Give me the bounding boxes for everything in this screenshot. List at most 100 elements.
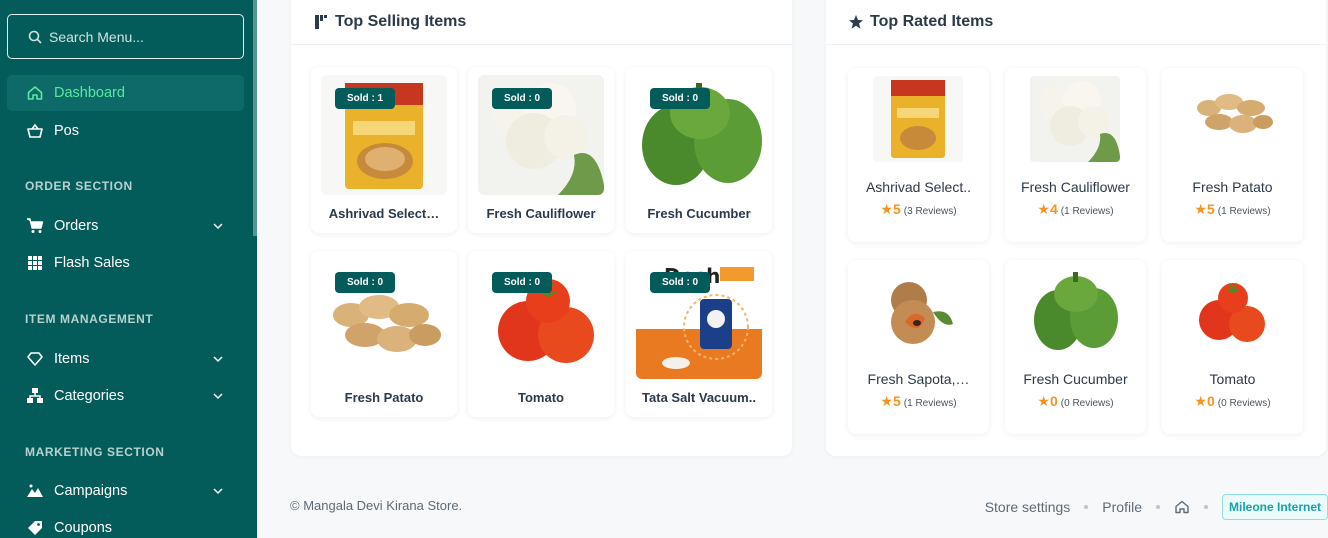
top-selling-header: Top Selling Items [291,0,792,45]
top-selling-item[interactable]: Desh Sold : 0 Tata Salt Vacuum.. [626,251,772,417]
sidebar-item-label: Dashboard [54,85,125,101]
divider-dot [1203,505,1208,509]
cart-icon [26,217,44,235]
sidebar-item-campaigns[interactable]: Campaigns [7,473,244,509]
review-count: (0 Reviews) [1217,398,1271,409]
company-badge[interactable]: Mileone Internet [1221,494,1328,520]
divider-dot [1155,505,1160,509]
home-icon[interactable] [1174,499,1190,515]
product-name: Tata Salt Vacuum.. [642,390,756,405]
rating-value: 5 [1206,201,1215,217]
product-name: Ashrivad Select… [328,206,440,221]
tag-icon [26,519,44,537]
top-selling-card: Top Selling Items Sold : 1 Ashrivad Sele… [291,0,792,456]
profile-link[interactable]: Profile [1102,499,1142,515]
star-icon: ★ [1194,393,1207,409]
star-icon: ★ [880,393,893,409]
product-name: Fresh Cauliflower [486,206,596,221]
sold-badge: Sold : 0 [335,272,396,293]
sidebar-item-label: Flash Sales [54,255,130,271]
sidebar-item-coupons[interactable]: Coupons [7,510,244,538]
top-selling-item[interactable]: Sold : 0 Fresh Patato [311,251,457,417]
product-image [1030,268,1120,354]
hierarchy-icon [26,387,44,405]
product-name: Fresh Patato [344,390,424,405]
rating-value: 0 [1049,393,1058,409]
store-settings-link[interactable]: Store settings [985,499,1071,515]
top-selling-item[interactable]: Sold : 0 Fresh Cauliflower [468,67,614,233]
product-image [873,268,963,354]
product-name: Tomato [518,390,564,405]
top-rated-item[interactable]: Tomato ★0 (0 Reviews) [1162,260,1303,434]
search-input[interactable] [49,28,229,45]
star-icon: ★ [880,201,893,217]
top-selling-item[interactable]: Sold : 0 Tomato [468,251,614,417]
rating: ★5 (1 Reviews) [1162,201,1303,218]
top-selling-item[interactable]: Sold : 1 Ashrivad Select… [311,67,457,233]
sidebar-item-flash-sales[interactable]: Flash Sales [7,245,244,281]
star-icon: ★ [1037,201,1050,217]
section-title-item: ITEM MANAGEMENT [25,312,154,326]
product-name: Fresh Patato [1192,179,1273,195]
diamond-icon [26,350,44,368]
rating-value: 5 [892,393,901,409]
sidebar-scrollbar[interactable] [253,0,257,236]
top-rated-item[interactable]: Fresh Cucumber ★0 (0 Reviews) [1005,260,1146,434]
product-image [1030,76,1120,162]
sold-badge: Sold : 0 [492,88,553,109]
chevron-down-icon [213,223,223,230]
rating: ★0 (0 Reviews) [1005,393,1146,410]
search-menu[interactable] [7,14,244,59]
rating: ★5 (1 Reviews) [848,393,989,410]
top-rated-item[interactable]: Ashrivad Select.. ★5 (3 Reviews) [848,68,989,242]
top-rated-title: Top Rated Items [870,13,994,30]
divider-dot [1084,505,1089,509]
top-rated-item[interactable]: Fresh Patato ★5 (1 Reviews) [1162,68,1303,242]
sold-badge: Sold : 0 [650,272,711,293]
rating-value: 0 [1206,393,1215,409]
section-title-marketing: MARKETING SECTION [25,445,165,459]
footer-links: Store settings Profile Mileone Internet [985,494,1328,520]
top-rated-item[interactable]: Fresh Cauliflower ★4 (1 Reviews) [1005,68,1146,242]
mountain-icon [26,482,44,500]
sidebar-item-dashboard[interactable]: Dashboard [7,75,244,111]
top-selling-title: Top Selling Items [335,13,467,30]
product-name: Ashrivad Select.. [865,179,972,195]
rating: ★0 (0 Reviews) [1162,393,1303,410]
sidebar-item-orders[interactable]: Orders [7,208,244,244]
footer-copyright: © Mangala Devi Kirana Store. [290,498,463,513]
grid-icon [26,254,44,272]
sidebar-item-items[interactable]: Items [7,341,244,377]
search-icon [28,30,42,44]
review-count: (1 Reviews) [1217,206,1271,217]
sidebar-item-label: Items [54,351,90,367]
star-icon: ★ [1194,201,1207,217]
product-image [1187,268,1277,354]
sidebar-item-categories[interactable]: Categories [7,378,244,414]
sold-badge: Sold : 1 [335,88,396,109]
sidebar-item-label: Pos [54,123,79,139]
rating-value: 4 [1049,201,1058,217]
sidebar-item-label: Orders [54,218,99,234]
chevron-down-icon [213,356,223,363]
top-rated-item[interactable]: Fresh Sapota,… ★5 (1 Reviews) [848,260,989,434]
product-image [1187,76,1277,162]
review-count: (1 Reviews) [1060,206,1114,217]
sidebar-item-label: Campaigns [54,483,128,499]
podium-icon [315,15,327,29]
product-name: Fresh Sapota,… [867,371,970,387]
basket-icon [26,122,44,140]
rating: ★4 (1 Reviews) [1005,201,1146,218]
chevron-down-icon [213,393,223,400]
sidebar-item-label: Coupons [54,520,113,536]
home-icon [26,84,44,102]
rating-value: 5 [892,201,901,217]
product-image [873,76,963,162]
review-count: (0 Reviews) [1060,398,1114,409]
sidebar: Dashboard Pos ORDER SECTION Orders Flash… [0,0,257,538]
product-name: Fresh Cauliflower [1021,179,1130,195]
top-selling-item[interactable]: Sold : 0 Fresh Cucumber [626,67,772,233]
sidebar-item-pos[interactable]: Pos [7,113,244,149]
top-rated-header: Top Rated Items [826,0,1326,45]
rating: ★5 (3 Reviews) [848,201,989,218]
